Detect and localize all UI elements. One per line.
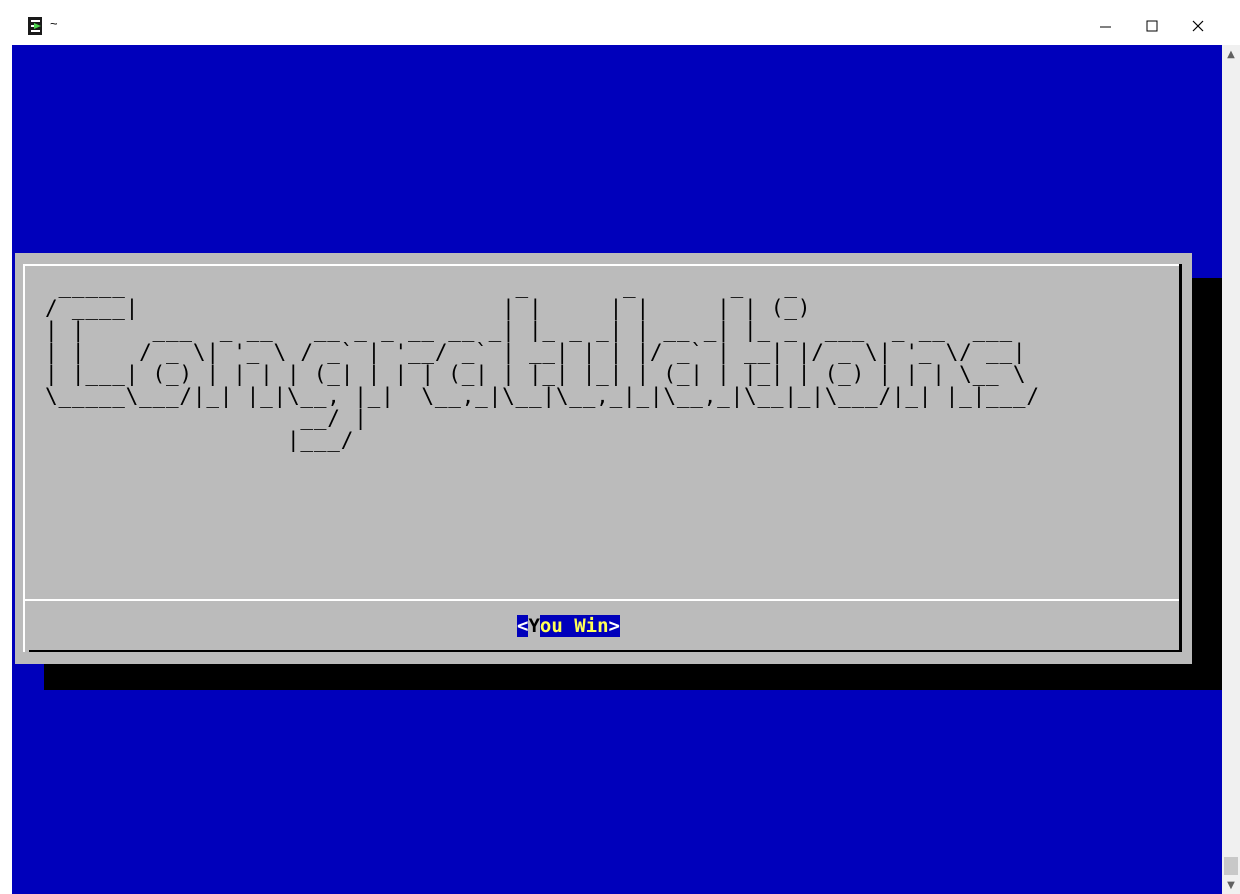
scroll-down-arrow-icon[interactable]: ▼ (1222, 876, 1240, 894)
terminal-app-icon (28, 17, 42, 35)
terminal-screen[interactable]: _____ _ _ _ _ / ____| | | | | | | (_) | … (12, 45, 1222, 894)
button-label: ou Win (539, 615, 609, 637)
close-button[interactable] (1175, 8, 1221, 44)
minimize-button[interactable] (1083, 8, 1129, 44)
congratulations-banner: _____ _ _ _ _ / ____| | | | | | | (_) | … (45, 274, 1040, 452)
close-icon (1192, 20, 1204, 32)
maximize-icon (1146, 20, 1158, 32)
window-border (0, 0, 12, 894)
dialog-divider (25, 599, 1179, 601)
scroll-thumb[interactable] (1224, 857, 1238, 875)
button-right-bracket: > (608, 615, 620, 637)
title-bar[interactable]: ~ (12, 8, 1240, 44)
dialog-frame-right (1179, 264, 1182, 652)
scroll-up-arrow-icon[interactable]: ▲ (1222, 45, 1240, 63)
minimize-icon (1100, 26, 1111, 28)
you-win-button[interactable]: <You Win> (517, 614, 620, 638)
window-title: ~ (50, 16, 58, 31)
button-left-bracket: < (517, 615, 529, 637)
dialog-frame-left (23, 264, 25, 652)
vertical-scrollbar[interactable]: ▲ ▼ (1222, 45, 1240, 894)
dialog-frame-top (23, 264, 1181, 266)
terminal-window: ~ _____ _ _ _ _ / ____| | | | | | | (_) … (0, 0, 1240, 894)
message-dialog: _____ _ _ _ _ / ____| | | | | | | (_) | … (15, 253, 1192, 664)
maximize-button[interactable] (1129, 8, 1175, 44)
dialog-frame-bottom (29, 650, 1182, 652)
button-hotkey: Y (528, 615, 540, 637)
